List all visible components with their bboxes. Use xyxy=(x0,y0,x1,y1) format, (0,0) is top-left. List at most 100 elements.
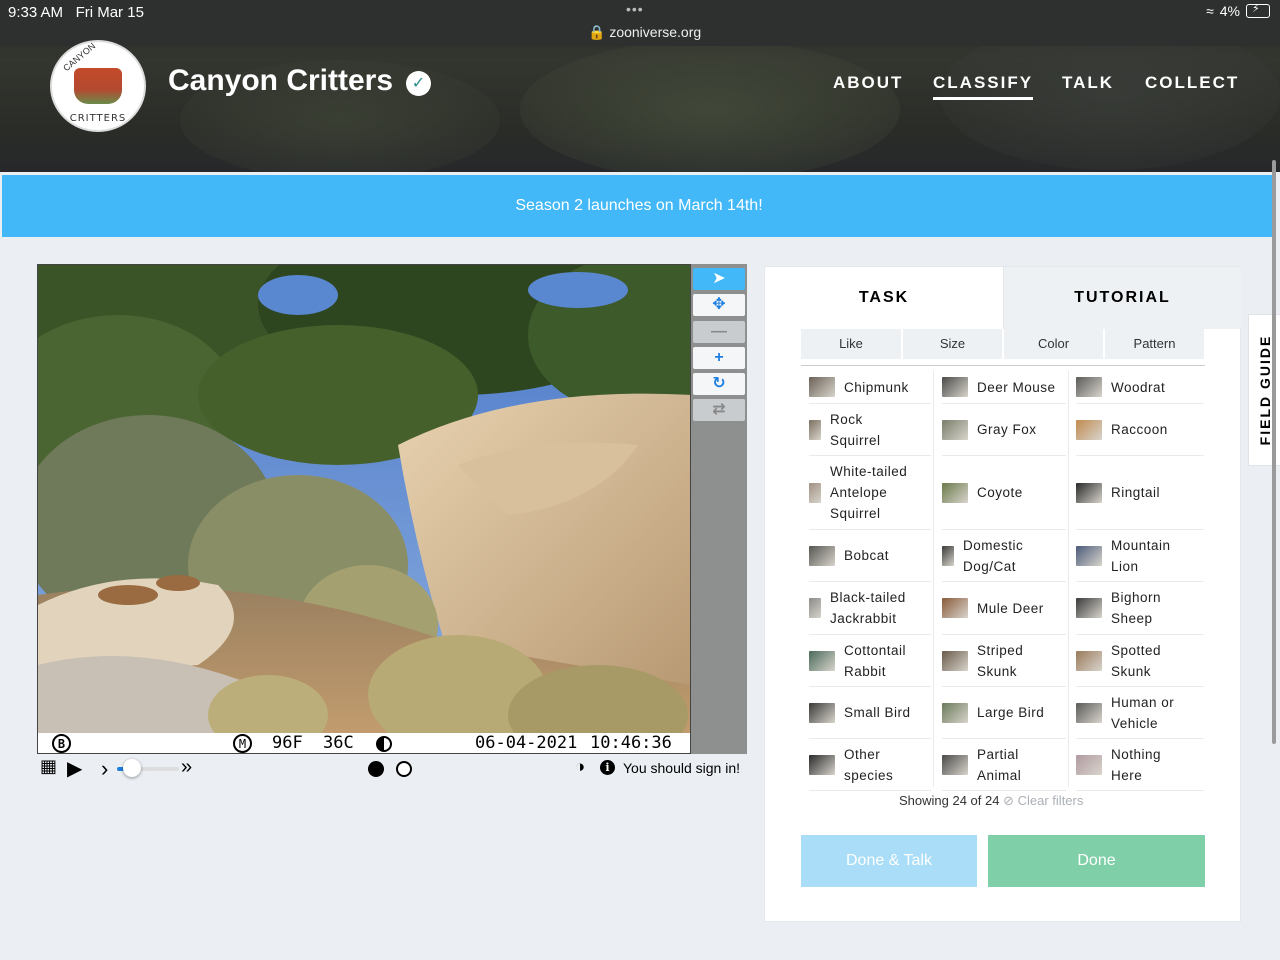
choice-thumbnail xyxy=(942,598,968,618)
move-icon[interactable]: ✥ xyxy=(693,294,745,316)
choice-gray-fox[interactable]: Gray Fox xyxy=(942,404,1066,456)
choice-black-tailed-jackrabbit[interactable]: Black-tailed Jackrabbit xyxy=(809,582,931,635)
choice-bobcat[interactable]: Bobcat xyxy=(809,530,931,582)
pointer-icon[interactable]: ➤ xyxy=(693,268,745,290)
choice-mountain-lion[interactable]: Mountain Lion xyxy=(1076,530,1204,582)
status-time-text: 9:33 AM xyxy=(8,4,64,21)
project-title[interactable]: Canyon Critters xyxy=(168,64,393,98)
choice-thumbnail xyxy=(1076,598,1102,618)
tab-task[interactable]: TASK xyxy=(765,267,1003,329)
showing-text: Showing 24 of 24 xyxy=(899,793,1000,808)
choice-human-or-vehicle[interactable]: Human or Vehicle xyxy=(1076,687,1204,739)
url-bar[interactable]: 🔒 zooniverse.org xyxy=(588,24,701,41)
choice-thumbnail xyxy=(942,482,968,503)
sign-in-message[interactable]: You should sign in! xyxy=(623,760,740,776)
frame-dot-2[interactable] xyxy=(396,761,412,777)
choice-white-tailed-antelope-squirrel[interactable]: White-tailed Antelope Squirrel xyxy=(809,456,931,530)
camera-info-strip: B M 96F 36C 06-04-2021 10:46:36 xyxy=(38,733,690,753)
choice-partial-animal[interactable]: Partial Animal xyxy=(942,739,1066,791)
frame-dot-1[interactable] xyxy=(368,761,384,777)
tab-tutorial[interactable]: TUTORIAL xyxy=(1003,267,1241,329)
done-button[interactable]: Done xyxy=(988,835,1205,887)
choice-deer-mouse[interactable]: Deer Mouse xyxy=(942,371,1066,404)
choice-chipmunk[interactable]: Chipmunk xyxy=(809,371,931,404)
choice-striped-skunk[interactable]: Striped Skunk xyxy=(942,635,1066,687)
page-scrollbar[interactable] xyxy=(1272,160,1276,744)
choice-nothing-here[interactable]: Nothing Here xyxy=(1076,739,1204,791)
choice-label: Domestic Dog/Cat xyxy=(963,537,1024,574)
fast-forward-icon[interactable]: » xyxy=(181,756,192,779)
mode-badge: M xyxy=(233,734,252,753)
refresh-icon[interactable]: ⇄ xyxy=(693,399,745,421)
speed-slider-knob[interactable] xyxy=(123,759,141,777)
minus-icon[interactable]: — xyxy=(693,321,745,343)
choice-rock-squirrel[interactable]: Rock Squirrel xyxy=(809,404,931,456)
nav-classify[interactable]: CLASSIFY xyxy=(933,73,1034,100)
choice-label: Ringtail xyxy=(1111,485,1161,500)
rotate-icon[interactable]: ↻ xyxy=(693,373,745,395)
grid-view-icon[interactable]: ▦ xyxy=(40,756,57,777)
choice-bighorn-sheep[interactable]: Bighorn Sheep xyxy=(1076,582,1204,635)
filter-size[interactable]: Size xyxy=(903,329,1002,359)
temperature-c: 36C xyxy=(323,733,354,753)
choice-woodrat[interactable]: Woodrat xyxy=(1076,371,1204,404)
choice-label: White-tailed Antelope Squirrel xyxy=(830,464,908,521)
column-divider xyxy=(1068,371,1069,787)
nav-collect[interactable]: COLLECT xyxy=(1145,73,1239,93)
filter-color[interactable]: Color xyxy=(1004,329,1103,359)
choice-label: Chipmunk xyxy=(844,379,909,395)
contrast-icon[interactable]: ◑ xyxy=(575,757,585,777)
filter-divider xyxy=(801,365,1205,366)
choice-label: Raccoon xyxy=(1111,422,1168,437)
choice-thumbnail xyxy=(1076,545,1102,566)
choice-label: Nothing Here xyxy=(1111,746,1162,783)
photo-time: 10:46:36 xyxy=(590,733,672,753)
choice-mule-deer[interactable]: Mule Deer xyxy=(942,582,1066,635)
wifi-icon: ≈ xyxy=(1206,3,1214,19)
choice-count: Showing 24 of 24 ⊘ Clear filters xyxy=(899,793,1083,809)
filter-pattern[interactable]: Pattern xyxy=(1105,329,1204,359)
choice-small-bird[interactable]: Small Bird xyxy=(809,687,931,739)
choice-cottontail-rabbit[interactable]: Cottontail Rabbit xyxy=(809,635,931,687)
announcement-banner[interactable]: Season 2 launches on March 14th! xyxy=(2,175,1276,237)
choice-large-bird[interactable]: Large Bird xyxy=(942,687,1066,739)
plus-icon[interactable]: + xyxy=(693,347,745,369)
step-forward-icon[interactable]: › xyxy=(101,756,108,782)
choice-ringtail[interactable]: Ringtail xyxy=(1076,456,1204,530)
choice-raccoon[interactable]: Raccoon xyxy=(1076,404,1204,456)
nav-talk[interactable]: TALK xyxy=(1062,73,1114,93)
choice-thumbnail xyxy=(1076,702,1102,723)
info-icon[interactable]: i xyxy=(600,760,615,775)
filter-like[interactable]: Like xyxy=(801,329,901,359)
photo-date: 06-04-2021 xyxy=(475,733,578,753)
clear-filters-button[interactable]: ⊘ Clear filters xyxy=(1003,793,1083,808)
choice-domestic-dog-cat[interactable]: Domestic Dog/Cat xyxy=(942,530,1066,582)
choice-label: Cottontail Rabbit xyxy=(844,642,907,679)
battery-percent: 4% xyxy=(1219,3,1240,19)
choice-spotted-skunk[interactable]: Spotted Skunk xyxy=(1076,635,1204,687)
play-icon[interactable]: ▶ xyxy=(67,756,82,781)
more-dots-icon[interactable]: ••• xyxy=(626,1,644,17)
choice-coyote[interactable]: Coyote xyxy=(942,456,1066,530)
url-text: zooniverse.org xyxy=(609,24,702,40)
choice-label: Mountain Lion xyxy=(1111,537,1171,574)
done-and-talk-button[interactable]: Done & Talk xyxy=(801,835,977,887)
nav-about[interactable]: ABOUT xyxy=(833,73,903,93)
status-icons: ≈ 4% xyxy=(1206,2,1270,19)
choice-thumbnail xyxy=(942,545,954,566)
clear-filters-label: Clear filters xyxy=(1017,793,1084,808)
choice-thumbnail xyxy=(942,650,968,671)
subject-image[interactable]: B M 96F 36C 06-04-2021 10:46:36 xyxy=(37,264,691,754)
choice-thumbnail xyxy=(809,482,821,503)
choice-thumbnail xyxy=(1076,650,1102,671)
moon-phase-icon xyxy=(376,736,392,752)
clear-icon: ⊘ xyxy=(1003,793,1014,808)
choice-thumbnail xyxy=(942,702,968,723)
choice-label: Small Bird xyxy=(844,705,911,720)
choice-other-species[interactable]: Other species xyxy=(809,739,931,791)
project-logo[interactable]: CANYON CRITTERS xyxy=(50,40,146,132)
choice-label: Spotted Skunk xyxy=(1111,642,1162,679)
battery-icon xyxy=(1246,2,1270,18)
choice-thumbnail xyxy=(1076,482,1102,503)
status-bar: 9:33 AM Fri Mar 15 ••• 🔒 zooniverse.org … xyxy=(0,0,1280,46)
